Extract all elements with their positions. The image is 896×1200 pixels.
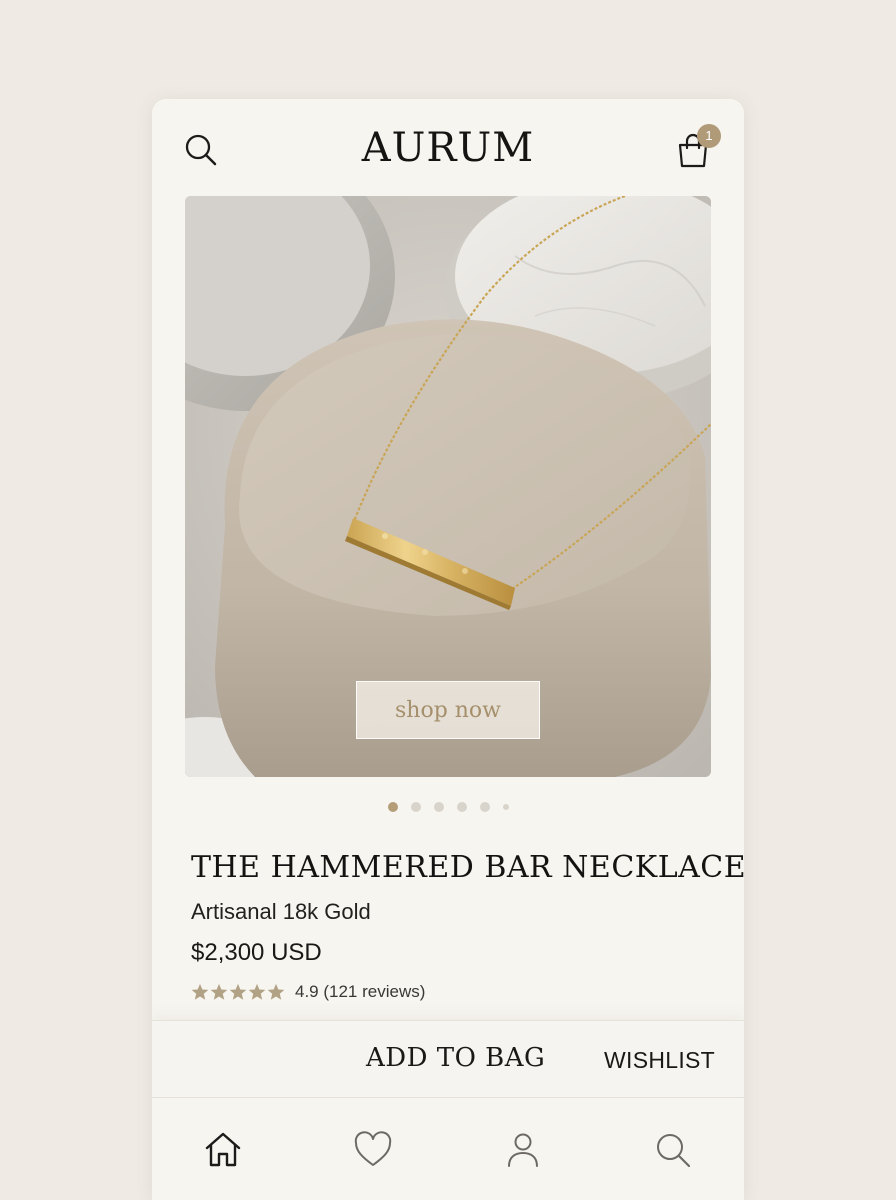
product-title: THE HAMMERED BAR NECKLACE [191, 850, 744, 885]
star-icon [210, 983, 228, 1000]
star-icon [248, 983, 266, 1000]
cart-count-badge: 1 [697, 124, 721, 148]
carousel-dot[interactable] [410, 802, 421, 812]
star-icon [267, 983, 285, 1000]
home-icon[interactable] [202, 1129, 244, 1171]
header: AURUM 1 [152, 99, 744, 197]
hero-image-carousel[interactable]: shop now [185, 196, 711, 777]
brand-logo[interactable]: AURUM [152, 125, 744, 171]
heart-icon[interactable] [352, 1129, 394, 1171]
shop-now-button[interactable]: shop now [356, 681, 540, 739]
product-screen: AURUM 1 shop now THE HAMMERED BAR NECKLA… [152, 99, 744, 1200]
rating-summary[interactable]: 4.9 (121 reviews) [295, 982, 425, 1002]
add-to-bag-button[interactable]: ADD TO BAG [366, 1043, 545, 1073]
bottom-tab-bar [152, 1099, 744, 1200]
star-icon [229, 983, 247, 1000]
rating-stars [191, 983, 285, 1001]
product-price: $2,300 USD [191, 939, 322, 966]
carousel-dot[interactable] [387, 802, 398, 812]
carousel-indicator [152, 801, 744, 813]
star-icon [191, 983, 209, 1000]
search-icon[interactable] [652, 1129, 694, 1171]
carousel-dot[interactable] [502, 804, 509, 810]
purchase-action-bar: ADD TO BAG WISHLIST [152, 1020, 744, 1098]
product-material: Artisanal 18k Gold [191, 899, 371, 924]
product-rating[interactable]: 4.9 (121 reviews) [191, 982, 425, 1002]
wishlist-button[interactable]: WISHLIST [604, 1047, 715, 1074]
carousel-dot[interactable] [433, 802, 444, 812]
carousel-dot[interactable] [456, 802, 467, 812]
carousel-dot[interactable] [479, 802, 490, 812]
user-icon[interactable] [502, 1129, 544, 1171]
